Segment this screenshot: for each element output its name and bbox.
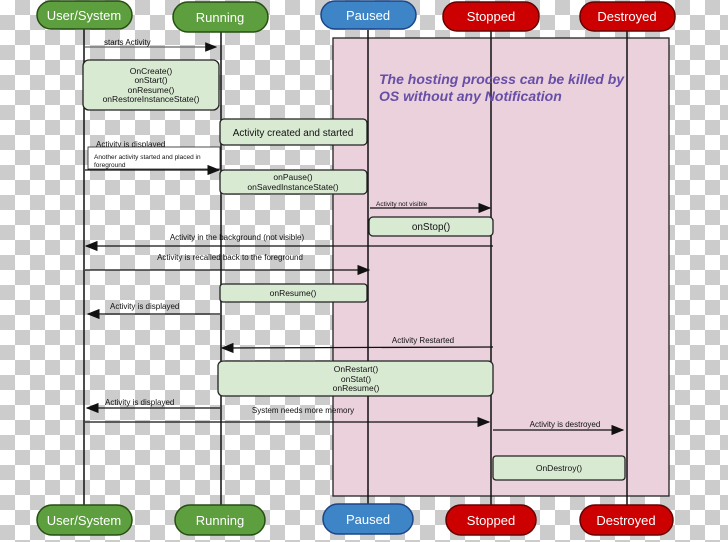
svg-text:Activity is displayed: Activity is displayed [110, 302, 179, 311]
box-activity-created: Activity created and started [219, 118, 368, 146]
msg-activity-recalled: Activity is recalled back to the foregro… [85, 253, 371, 276]
svg-text:starts Activity: starts Activity [104, 38, 151, 47]
msg-activity-displayed-1: Activity is displayed Another activity s… [85, 140, 221, 176]
process-killable-area [332, 37, 670, 497]
svg-text:User/System: User/System [47, 513, 121, 528]
svg-text:onStop(): onStop() [412, 222, 450, 233]
state-destroyed-top: Destroyed [579, 1, 676, 32]
svg-text:onRestoreInstanceState(): onRestoreInstanceState() [103, 94, 200, 104]
svg-text:Activity is destroyed: Activity is destroyed [530, 420, 601, 429]
svg-text:Destroyed: Destroyed [597, 9, 656, 24]
svg-text:OnDestroy(): OnDestroy() [536, 463, 582, 473]
box-onstop: onStop() [368, 216, 494, 237]
state-stopped-bottom: Stopped [445, 504, 537, 536]
svg-text:Activity not visible: Activity not visible [376, 201, 428, 208]
activity-lifecycle-diagram: User/System Running Paused Stopped Destr… [36, 0, 676, 536]
svg-text:Paused: Paused [346, 512, 390, 527]
svg-text:Running: Running [196, 513, 244, 528]
box-onrestart: OnRestart() onStat() onResume() [217, 360, 494, 397]
svg-text:System needs more memory: System needs more memory [252, 406, 354, 415]
box-oncreate: OnCreate() onStart() onResume() onRestor… [82, 59, 220, 111]
msg-activity-displayed-3: Activity is displayed [85, 398, 220, 414]
svg-text:Another activity started and p: Another activity started and placed in [94, 154, 201, 161]
state-paused-top: Paused [320, 0, 417, 30]
svg-text:Activity created and started: Activity created and started [233, 128, 354, 139]
svg-text:OnRestart(): OnRestart() [334, 364, 379, 374]
svg-text:User/System: User/System [47, 8, 121, 23]
box-ondestroy: OnDestroy() [492, 455, 626, 481]
svg-text:Stopped: Stopped [467, 513, 515, 528]
svg-text:Activity is recalled back to t: Activity is recalled back to the foregro… [157, 253, 303, 262]
msg-activity-displayed-2: Activity is displayed [86, 302, 220, 320]
msg-starts-activity: starts Activity [85, 38, 218, 52]
svg-text:onResume(): onResume() [270, 288, 317, 298]
svg-text:onResume(): onResume() [333, 383, 380, 393]
actor-user-system-bottom: User/System [36, 504, 133, 536]
actor-user-system-top: User/System [36, 0, 133, 30]
state-running-top: Running [172, 1, 269, 33]
state-paused-bottom: Paused [322, 503, 414, 535]
state-destroyed-bottom: Destroyed [579, 504, 674, 536]
svg-text:Activity in the background (no: Activity in the background (not visible) [170, 233, 305, 242]
svg-text:OS without any Notification: OS without any Notification [379, 88, 562, 104]
svg-text:Activity Restarted: Activity Restarted [392, 336, 454, 345]
svg-text:Paused: Paused [346, 8, 390, 23]
state-running-bottom: Running [174, 504, 266, 536]
svg-text:Activity is displayed: Activity is displayed [105, 398, 174, 407]
svg-text:onPause(): onPause() [273, 172, 312, 182]
svg-text:foreground: foreground [94, 162, 126, 169]
svg-text:onSavedInstanceState(): onSavedInstanceState() [247, 182, 338, 192]
box-onpause: onPause() onSavedInstanceState() [219, 169, 368, 195]
svg-text:The hosting process can be kil: The hosting process can be killed by [379, 71, 625, 87]
svg-text:Running: Running [196, 10, 244, 25]
svg-text:onStart(): onStart() [134, 75, 167, 85]
box-onresume: onResume() [219, 283, 368, 303]
svg-text:Destroyed: Destroyed [596, 513, 655, 528]
svg-text:Stopped: Stopped [467, 9, 515, 24]
state-stopped-top: Stopped [442, 1, 540, 32]
